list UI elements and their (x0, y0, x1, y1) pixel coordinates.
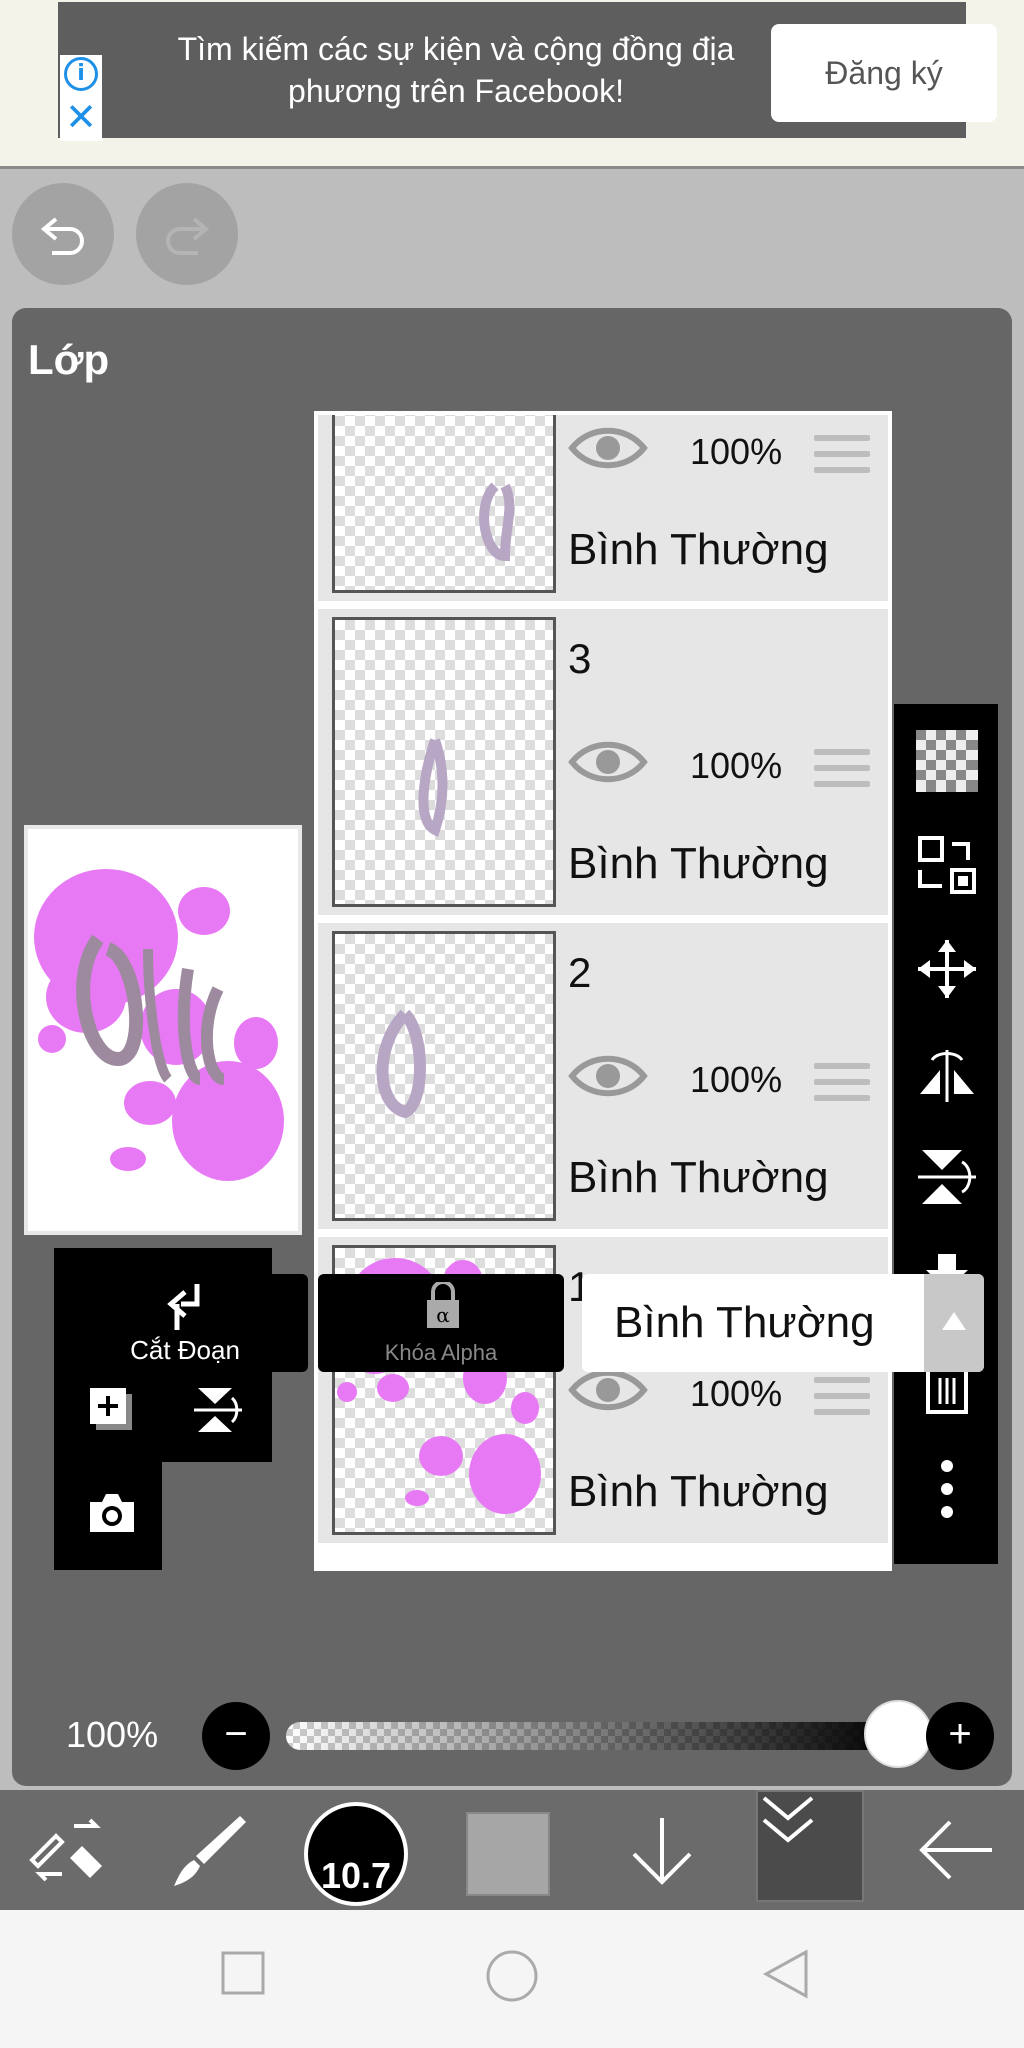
flip-vertical-button[interactable] (894, 1124, 998, 1228)
ad-signup-button[interactable]: Đăng ký (771, 24, 997, 122)
redo-button[interactable] (136, 183, 238, 285)
brush-eraser-swap-icon (29, 1818, 102, 1882)
arrow-down-icon (632, 1818, 692, 1885)
alpha-lock-label: Khóa Alpha (384, 1340, 498, 1365)
bottom-toolbar: 10.7 (0, 1790, 1024, 1910)
arrow-left-icon (919, 1820, 992, 1880)
layer-tools-sidebar (894, 704, 998, 1564)
move-down-button[interactable] (612, 1790, 716, 1910)
layer-row[interactable]: 2 100% Bình Thường (318, 923, 888, 1233)
eye-icon[interactable] (568, 735, 648, 789)
camera-icon (90, 1494, 134, 1532)
flip-vertical-icon (918, 1150, 976, 1204)
system-navigation-bar (0, 1910, 1024, 2048)
redo-icon (166, 217, 210, 255)
flip-vertical-icon (194, 1388, 242, 1432)
checkerboard-icon (916, 730, 978, 792)
layer-opacity[interactable]: 100% (690, 431, 782, 473)
layer-artwork (418, 738, 448, 838)
move-icon (918, 940, 976, 998)
layer-opacity[interactable]: 100% (690, 745, 782, 787)
drag-handle-icon[interactable] (814, 1063, 870, 1111)
blend-mode-value: Bình Thường (614, 1298, 875, 1347)
layer-thumbnail (332, 931, 556, 1221)
eye-icon[interactable] (568, 1049, 648, 1103)
color-swatch-button[interactable] (466, 1812, 550, 1896)
ad-choices: i ✕ (60, 55, 102, 141)
drag-handle-icon[interactable] (814, 749, 870, 797)
flip-horizontal-icon (920, 1050, 974, 1102)
eye-icon[interactable] (568, 421, 648, 475)
layer-thumbnail (332, 415, 556, 593)
duplicate-layer-icon (90, 1388, 132, 1430)
layer-opacity[interactable]: 100% (690, 1373, 782, 1415)
undo-button[interactable] (12, 183, 114, 285)
home-icon[interactable] (484, 1948, 540, 2004)
layer-blend-mode: Bình Thường (568, 839, 829, 888)
brush-eraser-toggle-button[interactable] (16, 1790, 126, 1910)
panel-title: Lớp (28, 336, 110, 383)
layer-blend-mode: Bình Thường (568, 525, 829, 574)
more-vertical-icon (941, 1460, 953, 1518)
canvas-preview[interactable] (24, 825, 302, 1235)
move-button[interactable] (894, 916, 998, 1020)
swap-layers-button[interactable] (894, 812, 998, 916)
canvas-artwork (34, 869, 284, 1181)
opacity-decrease-button[interactable]: − (202, 1702, 270, 1770)
close-icon[interactable]: ✕ (64, 98, 98, 137)
alpha-lock-button[interactable]: α Khóa Alpha (318, 1274, 564, 1372)
transparent-background-button[interactable] (894, 708, 998, 812)
undo-icon (40, 217, 84, 255)
back-button[interactable] (900, 1790, 1010, 1910)
ad-banner[interactable]: Tìm kiếm các sự kiện và cộng đồng địa ph… (0, 0, 1024, 169)
lock-icon: α (427, 1282, 459, 1328)
layer-row[interactable]: 3 100% Bình Thường (318, 609, 888, 919)
layer-list[interactable]: 100% Bình Thường 3 100% Bình Thường 2 10… (314, 411, 892, 1571)
opacity-label: 100% (66, 1714, 159, 1755)
layer-number: 3 (568, 635, 592, 682)
double-chevron-down-icon (762, 1796, 814, 1843)
recent-apps-icon[interactable] (218, 1948, 268, 1998)
svg-text:α: α (436, 1303, 450, 1327)
swap-icon (918, 836, 976, 894)
clip-arrow-icon (167, 1284, 200, 1330)
blend-mode-select[interactable]: Bình Thường (582, 1274, 984, 1372)
chevron-up-icon[interactable] (924, 1274, 984, 1372)
brush-icon (174, 1816, 246, 1886)
drag-handle-icon[interactable] (814, 1377, 870, 1425)
opacity-increase-button[interactable]: + (926, 1702, 994, 1770)
flip-horizontal-button[interactable] (894, 1020, 998, 1124)
clipping-button[interactable]: Cắt Đoạn (62, 1274, 308, 1372)
layer-artwork (376, 1009, 426, 1119)
back-icon[interactable] (760, 1948, 812, 2000)
more-options-button[interactable] (894, 1436, 998, 1540)
clipping-label: Cắt Đoạn (130, 1335, 240, 1365)
brush-size-button[interactable]: 10.7 (304, 1802, 408, 1906)
camera-button[interactable] (58, 1462, 162, 1566)
brush-tool-button[interactable] (160, 1790, 270, 1910)
ad-content[interactable]: Tìm kiếm các sự kiện và cộng đồng địa ph… (58, 2, 997, 138)
ad-message: Tìm kiếm các sự kiện và cộng đồng địa ph… (177, 31, 735, 109)
ad-divider (0, 166, 1024, 169)
layer-row[interactable]: 100% Bình Thường (318, 415, 888, 605)
layer-artwork (479, 482, 515, 562)
layer-blend-mode: Bình Thường (568, 1153, 829, 1202)
layer-blend-mode: Bình Thường (568, 1467, 829, 1516)
opacity-slider-knob[interactable] (864, 1700, 932, 1768)
layer-panel: Lớp 100% Bình Thường 3 100% Bình Thường … (12, 308, 1012, 1786)
layer-number: 2 (568, 949, 592, 996)
drag-handle-icon[interactable] (814, 435, 870, 483)
info-icon[interactable]: i (64, 57, 98, 91)
layer-thumbnail (332, 617, 556, 907)
opacity-slider[interactable] (286, 1722, 898, 1750)
layer-opacity[interactable]: 100% (690, 1059, 782, 1101)
layers-toggle-button[interactable] (756, 1790, 864, 1902)
